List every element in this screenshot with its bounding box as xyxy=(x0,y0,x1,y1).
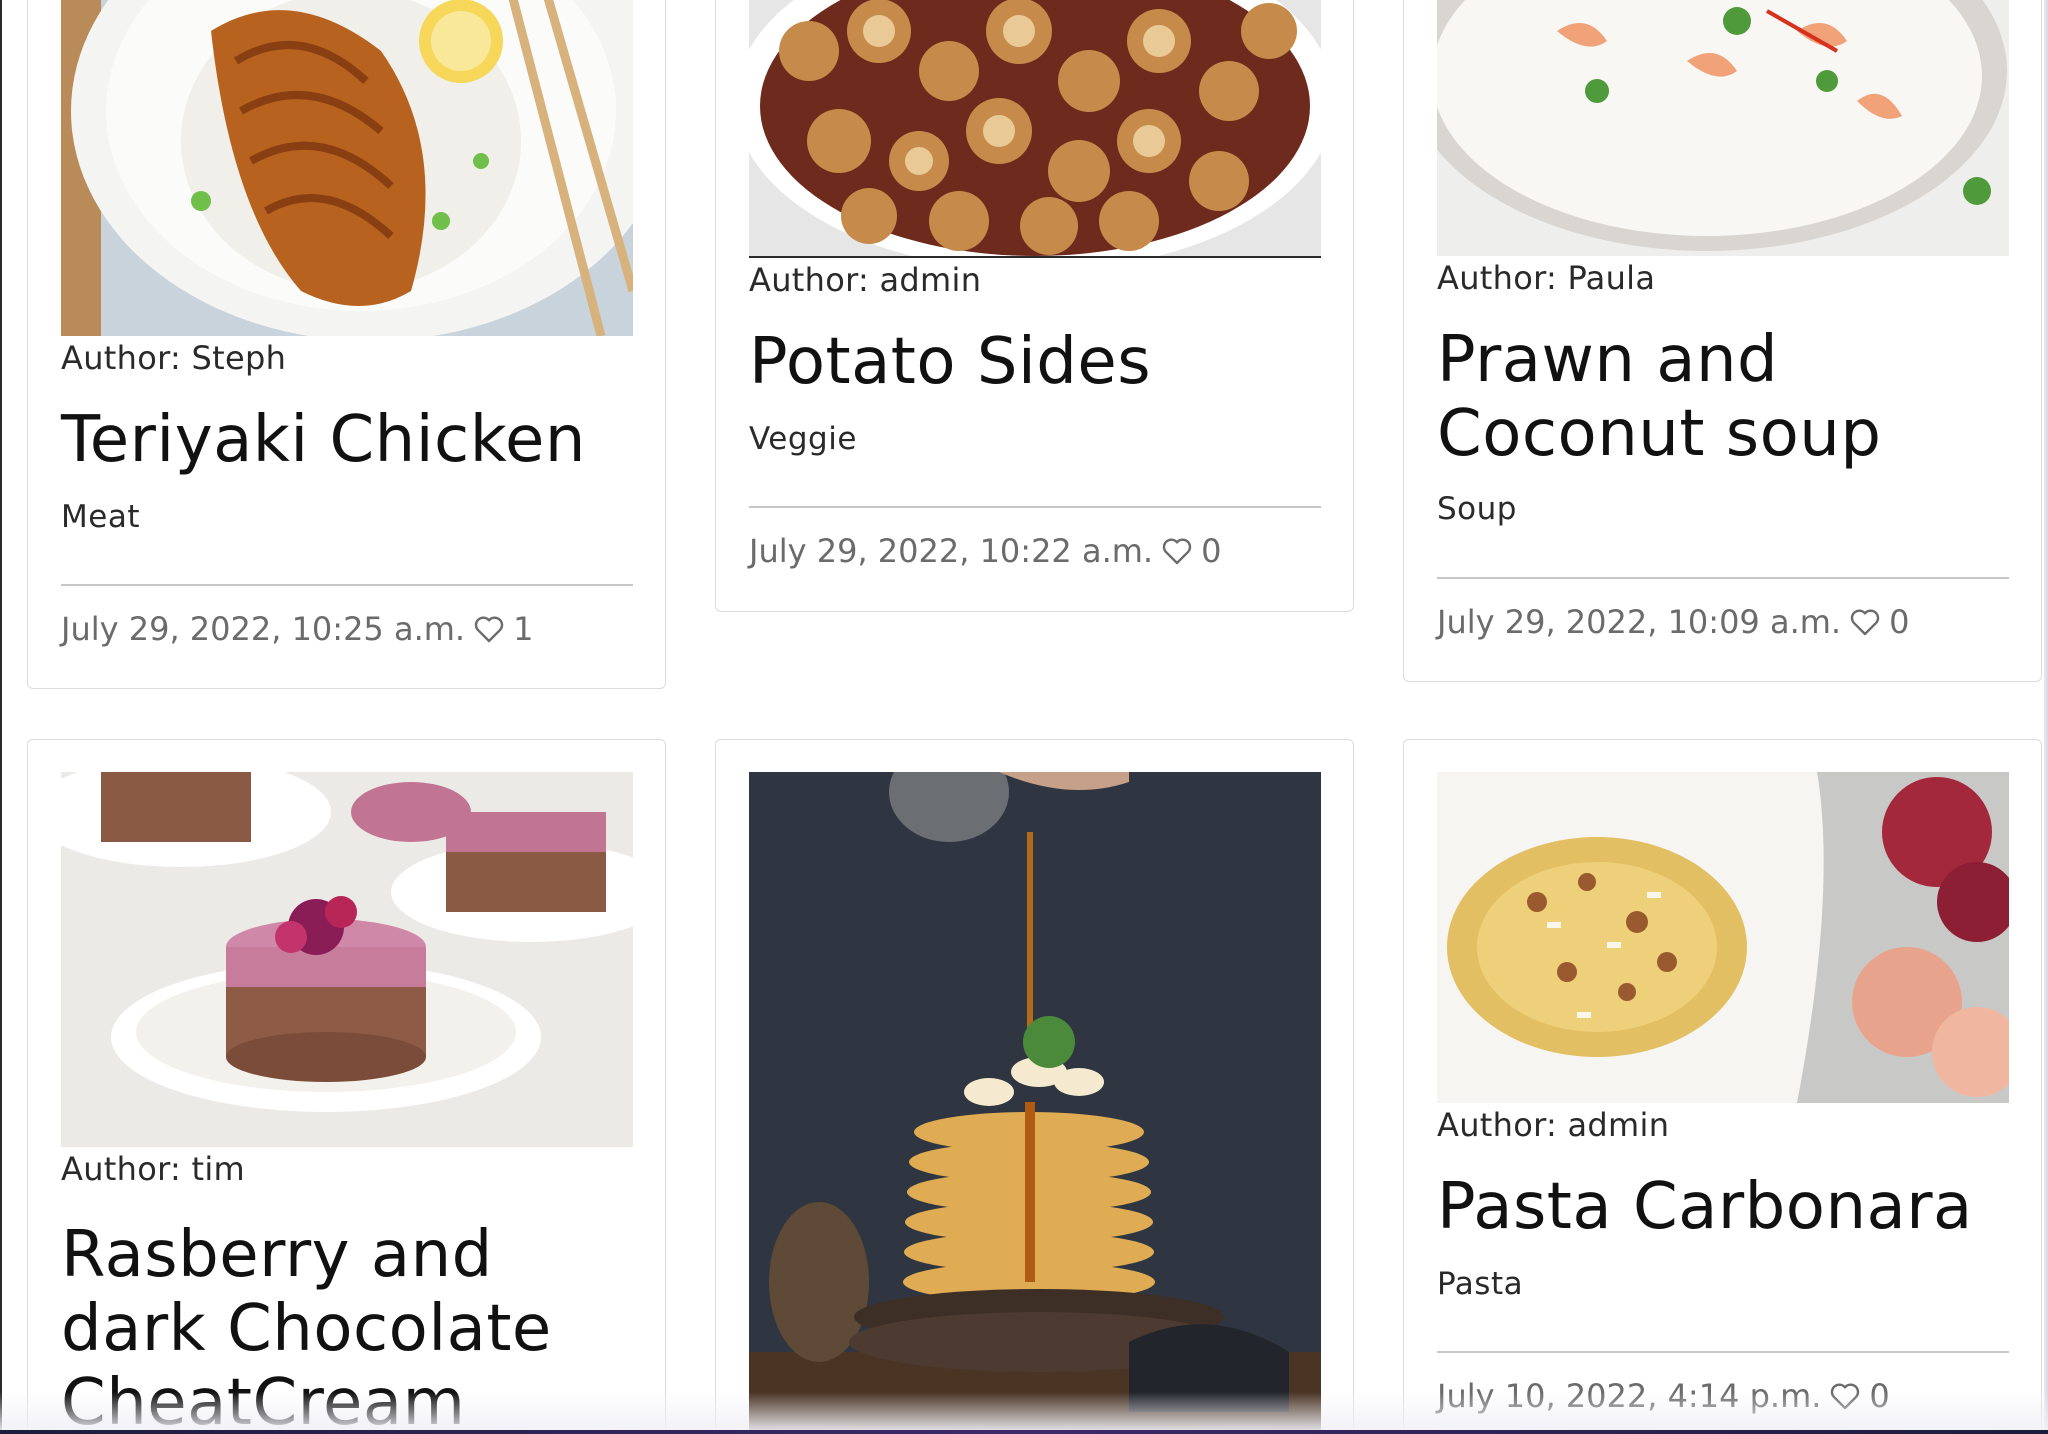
recipe-image-rasberry-chocolate[interactable] xyxy=(61,772,633,1147)
recipe-meta: July 29, 2022, 10:09 a.m. 0 xyxy=(1437,603,1909,641)
recipe-title[interactable]: Pasta Carbonara xyxy=(1437,1170,2027,1244)
recipe-card-prawn-coconut-soup[interactable]: Author: Paula Prawn and Coconut soup Sou… xyxy=(1403,0,2042,682)
card-divider xyxy=(61,584,633,586)
card-divider xyxy=(749,506,1321,508)
like-count: 0 xyxy=(1201,532,1222,570)
recipe-title[interactable]: Teriyaki Chicken xyxy=(61,403,651,477)
recipe-card-teriyaki-chicken[interactable]: Author: Steph Teriyaki Chicken Meat July… xyxy=(27,0,666,689)
window-bottom-edge xyxy=(0,1430,2048,1434)
card-divider xyxy=(1437,1351,2009,1353)
recipe-card-pasta-carbonara[interactable]: Author: admin Pasta Carbonara Pasta July… xyxy=(1403,739,2042,1434)
recipe-author: Author: Steph xyxy=(61,339,287,377)
heart-outline-icon[interactable] xyxy=(473,614,505,644)
recipe-date: July 29, 2022, 10:22 a.m. xyxy=(749,532,1154,570)
heart-outline-icon[interactable] xyxy=(1849,607,1881,637)
recipe-title[interactable]: Prawn and Coconut soup xyxy=(1437,323,2027,471)
recipe-card-rasberry-chocolate[interactable]: Author: tim Rasberry and dark Chocolate … xyxy=(27,739,666,1434)
card-divider xyxy=(1437,577,2009,579)
recipe-image-pasta-carbonara[interactable] xyxy=(1437,772,2009,1103)
recipe-image-pancakes[interactable] xyxy=(749,772,1321,1434)
recipe-title[interactable]: Rasberry and dark Chocolate CheatCream xyxy=(61,1218,651,1434)
recipe-title[interactable]: Potato Sides xyxy=(749,325,1339,399)
like-count: 0 xyxy=(1889,603,1910,641)
recipe-author: Author: tim xyxy=(61,1150,246,1188)
recipe-image-potato-sides[interactable] xyxy=(749,0,1321,258)
recipe-image-teriyaki-chicken[interactable] xyxy=(61,0,633,336)
heart-outline-icon[interactable] xyxy=(1161,536,1193,566)
recipe-author: Author: admin xyxy=(1437,1106,1670,1144)
recipe-category: Meat xyxy=(61,499,140,535)
window-edge-left xyxy=(0,0,2,1434)
scrollbar-track[interactable] xyxy=(2044,0,2048,1434)
recipe-date: July 29, 2022, 10:25 a.m. xyxy=(61,610,466,648)
recipe-date: July 10, 2022, 4:14 p.m. xyxy=(1437,1377,1822,1415)
recipe-date: July 29, 2022, 10:09 a.m. xyxy=(1437,603,1842,641)
recipe-card-pancakes[interactable] xyxy=(715,739,1354,1434)
recipe-category: Soup xyxy=(1437,491,1517,527)
recipe-meta: July 29, 2022, 10:22 a.m. 0 xyxy=(749,532,1221,570)
recipe-category: Veggie xyxy=(749,421,857,457)
like-count: 0 xyxy=(1869,1377,1890,1415)
recipe-author: Author: Paula xyxy=(1437,259,1656,297)
like-count: 1 xyxy=(513,610,534,648)
recipe-meta: July 10, 2022, 4:14 p.m. 0 xyxy=(1437,1377,1890,1415)
recipe-meta: July 29, 2022, 10:25 a.m. 1 xyxy=(61,610,533,648)
heart-outline-icon[interactable] xyxy=(1829,1381,1861,1411)
recipe-image-prawn-coconut-soup[interactable] xyxy=(1437,0,2009,256)
recipe-card-potato-sides[interactable]: Author: admin Potato Sides Veggie July 2… xyxy=(715,0,1354,612)
recipe-category: Pasta xyxy=(1437,1266,1524,1302)
recipe-author: Author: admin xyxy=(749,261,982,299)
